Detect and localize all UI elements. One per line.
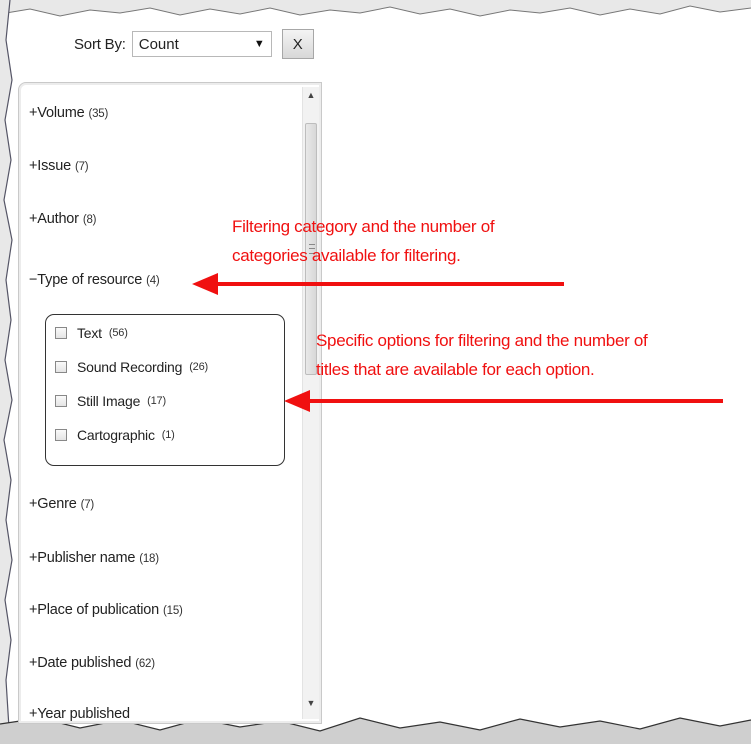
checkbox[interactable] xyxy=(55,395,67,407)
facet-type-of-resource[interactable]: −Type of resource (4) xyxy=(29,272,160,288)
facet-label: Volume xyxy=(37,105,85,121)
annotation-category-line2: categories available for filtering. xyxy=(232,246,461,265)
annotation-category: Filtering category and the number of cat… xyxy=(232,212,495,270)
checkbox[interactable] xyxy=(55,327,67,339)
facet-place-of-publication[interactable]: +Place of publication (15) xyxy=(29,602,183,618)
facet-issue[interactable]: +Issue (7) xyxy=(29,158,89,174)
annotation-options: Specific options for filtering and the n… xyxy=(316,326,648,384)
facet-label: Genre xyxy=(37,496,77,512)
facet-count: (15) xyxy=(163,605,183,617)
option-label: Text xyxy=(77,325,102,341)
checkbox[interactable] xyxy=(55,429,67,441)
facet-count: (7) xyxy=(74,161,89,173)
facet-publisher-name[interactable]: +Publisher name (18) xyxy=(29,550,159,566)
sort-select[interactable]: Count ▼ xyxy=(131,31,272,57)
facet-label: Year published xyxy=(37,706,130,722)
option-cartographic[interactable]: Cartographic (1) xyxy=(55,427,175,443)
facet-author[interactable]: +Author (8) xyxy=(29,211,96,227)
annotation-options-line1: Specific options for filtering and the n… xyxy=(316,331,648,350)
clear-sort-button[interactable]: X xyxy=(281,29,314,59)
facet-count: (62) xyxy=(135,658,155,670)
facet-count: (35) xyxy=(88,108,109,120)
option-label: Sound Recording xyxy=(77,359,183,375)
facet-genre[interactable]: +Genre (7) xyxy=(29,496,94,512)
facet-count: (8) xyxy=(82,214,97,226)
chevron-down-icon: ▼ xyxy=(253,38,265,50)
facet-count: (4) xyxy=(146,275,160,287)
torn-edge-top xyxy=(0,0,751,17)
option-label: Still Image xyxy=(77,393,141,409)
option-still-image[interactable]: Still Image (17) xyxy=(55,393,166,409)
type-of-resource-options: Text (56) Sound Recording (26) Still Image… xyxy=(45,314,285,466)
arrow-icon xyxy=(192,273,564,295)
facet-count: (7) xyxy=(80,499,95,511)
facet-label: Place of publication xyxy=(37,602,160,618)
option-count: (26) xyxy=(189,361,208,373)
facet-count: (18) xyxy=(139,553,159,565)
facet-label: Issue xyxy=(37,158,71,174)
scroll-down-icon[interactable]: ▼ xyxy=(303,695,319,711)
facet-panel: +Volume (35) +Issue (7) +Author (8) −Type o… xyxy=(18,82,322,724)
option-count: (17) xyxy=(147,395,166,407)
checkbox[interactable] xyxy=(55,361,67,373)
option-count: (1) xyxy=(161,429,175,441)
facet-volume[interactable]: +Volume (35) xyxy=(29,105,108,121)
sort-by-label: Sort By: xyxy=(74,35,126,53)
facet-label: Date published xyxy=(37,655,132,671)
facet-year-published[interactable]: +Year published xyxy=(29,706,134,722)
facet-date-published[interactable]: +Date published (62) xyxy=(29,655,155,671)
arrow-icon xyxy=(284,390,723,412)
annotation-category-line1: Filtering category and the number of xyxy=(232,217,495,236)
scroll-up-icon[interactable]: ▲ xyxy=(303,87,319,103)
option-label: Cartographic xyxy=(77,427,155,443)
annotation-options-line2: titles that are available for each optio… xyxy=(316,360,595,379)
facet-label: Publisher name xyxy=(37,550,136,566)
facet-label: Author xyxy=(37,211,79,227)
option-sound-recording[interactable]: Sound Recording (26) xyxy=(55,359,208,375)
sort-select-value: Count xyxy=(138,35,179,53)
option-text[interactable]: Text (56) xyxy=(55,325,128,341)
facet-label: Type of resource xyxy=(37,272,143,288)
sort-bar: Sort By: Count ▼ X xyxy=(74,28,314,60)
option-count: (56) xyxy=(108,327,128,339)
